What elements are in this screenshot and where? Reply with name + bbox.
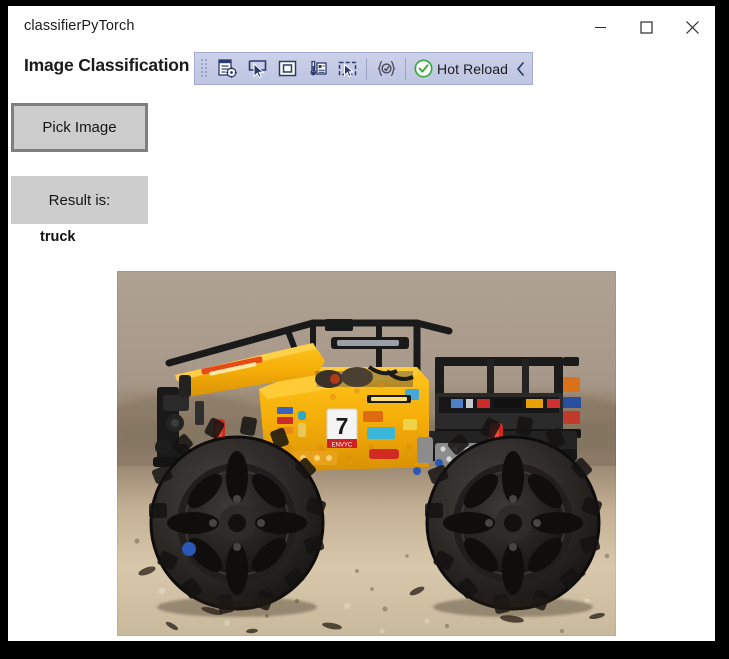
- toolbar-separator-1: [366, 57, 367, 80]
- live-property-explorer-button[interactable]: [302, 55, 332, 83]
- classified-image: 7 ENVYC: [117, 271, 616, 636]
- chevron-left-icon: [516, 61, 524, 76]
- window-title: classifierPyTorch: [24, 18, 135, 34]
- minimize-button[interactable]: [577, 6, 623, 48]
- live-visual-tree-icon: [217, 59, 237, 78]
- track-focused-element-icon: [338, 61, 356, 78]
- svg-text:7: 7: [336, 413, 349, 439]
- window-controls: [577, 6, 715, 48]
- hot-reload-toolbar: Hot Reload: [194, 52, 534, 85]
- minimize-icon: [594, 26, 606, 28]
- classified-image-graphic: 7 ENVYC: [117, 271, 616, 636]
- select-element-icon: [248, 60, 266, 79]
- layout-adorners-icon: [278, 60, 296, 77]
- hot-reload-button[interactable]: Hot Reload: [410, 55, 510, 83]
- toolbar-collapse-button[interactable]: [510, 55, 530, 83]
- close-button[interactable]: [669, 6, 715, 48]
- xaml-inspect-button[interactable]: [371, 55, 401, 83]
- xaml-inspect-icon: [377, 60, 395, 77]
- close-icon: [685, 20, 699, 34]
- svg-text:ENVYC: ENVYC: [332, 442, 353, 448]
- page-title: Image Classification: [24, 55, 190, 75]
- toolbar-separator-2: [405, 57, 406, 80]
- select-element-button[interactable]: [242, 55, 272, 83]
- result-label: Result is:: [11, 176, 148, 224]
- track-focused-element-button[interactable]: [332, 55, 362, 83]
- header-row: Image Classification Hot Reload: [8, 48, 715, 90]
- screen-root: classifierPyTorch Image Classification H…: [0, 0, 729, 659]
- drag-grip-icon[interactable]: [198, 58, 210, 80]
- live-visual-tree-button[interactable]: [212, 55, 242, 83]
- hot-reload-label: Hot Reload: [437, 60, 509, 77]
- result-value: truck: [40, 229, 76, 245]
- live-property-explorer-icon: [309, 60, 327, 76]
- main-content: Pick Image Result is: truck 7 ENVYC: [8, 90, 715, 641]
- title-bar: classifierPyTorch: [8, 6, 715, 48]
- application-window: classifierPyTorch Image Classification H…: [8, 6, 715, 641]
- maximize-button[interactable]: [623, 6, 669, 48]
- maximize-icon: [639, 20, 653, 34]
- pick-image-button[interactable]: Pick Image: [11, 103, 148, 152]
- check-circle-icon: [414, 59, 433, 78]
- layout-adorners-button[interactable]: [272, 55, 302, 83]
